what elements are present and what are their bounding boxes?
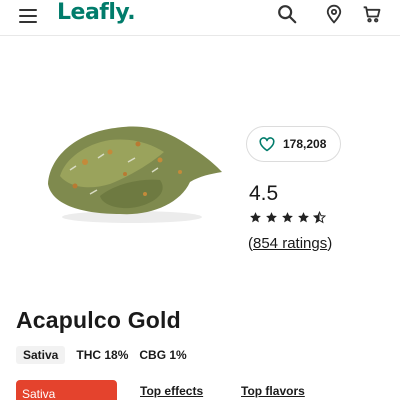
strain-stats: Sativa THC 18% CBG 1% [16,345,187,365]
tab-sativa[interactable]: Sativa [16,380,117,400]
star-full-icon [250,212,261,223]
favorite-button[interactable]: 178,208 [246,126,341,162]
heart-outline-icon [259,136,275,151]
leafly-logo[interactable]: Leafly. [57,0,136,25]
thc-level: THC 18% [76,348,129,362]
top-flavors-link[interactable]: Top flavors [241,384,305,398]
star-full-icon [282,212,293,223]
star-full-icon [266,212,277,223]
strain-type-badge[interactable]: Sativa [16,346,66,364]
search-icon[interactable] [275,2,299,26]
ratings-count-link[interactable]: (854 ratings) [248,235,332,252]
star-full-icon [298,212,309,223]
ratings-count-text: 854 ratings [253,235,328,252]
strain-flower-image [48,126,222,223]
cbg-level: CBG 1% [139,348,187,362]
strain-hero: 178,208 4.5 (854 ratings) [0,36,400,306]
strain-name: Acapulco Gold [16,307,181,333]
top-effects-link[interactable]: Top effects [140,384,203,398]
favorite-count: 178,208 [283,137,327,151]
cart-icon[interactable] [360,2,384,26]
location-pin-icon[interactable] [322,2,346,26]
rating-value: 4.5 [249,182,279,205]
star-half-icon [313,211,326,224]
top-nav-bar: Leafly. [0,0,400,36]
star-rating [249,211,326,224]
menu-icon[interactable] [19,6,37,23]
